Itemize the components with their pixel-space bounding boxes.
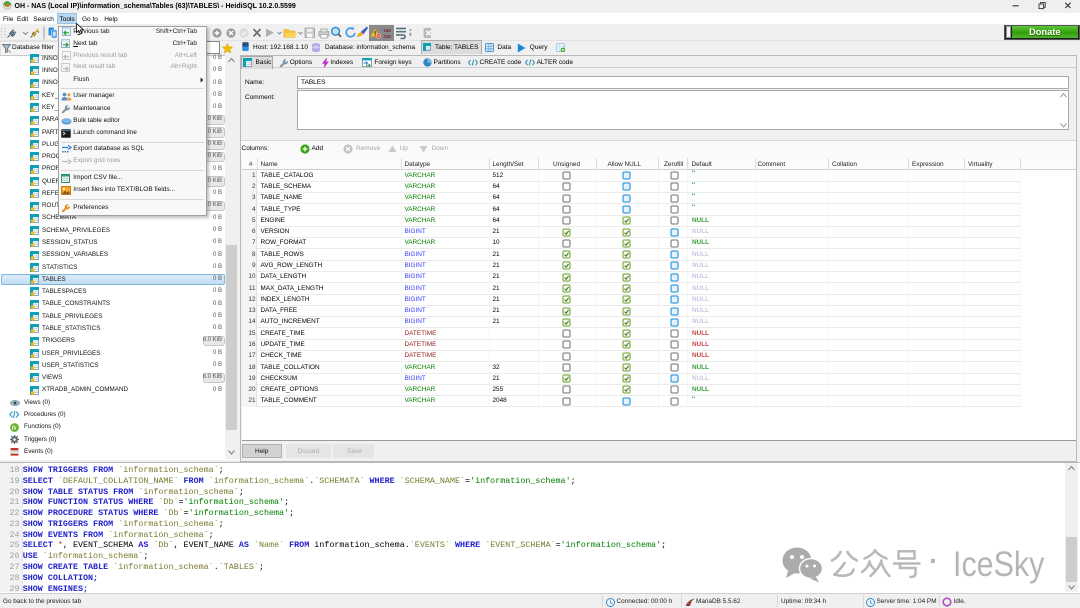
- svg-text:019: 019: [384, 34, 392, 39]
- svg-text:160: 160: [384, 28, 392, 33]
